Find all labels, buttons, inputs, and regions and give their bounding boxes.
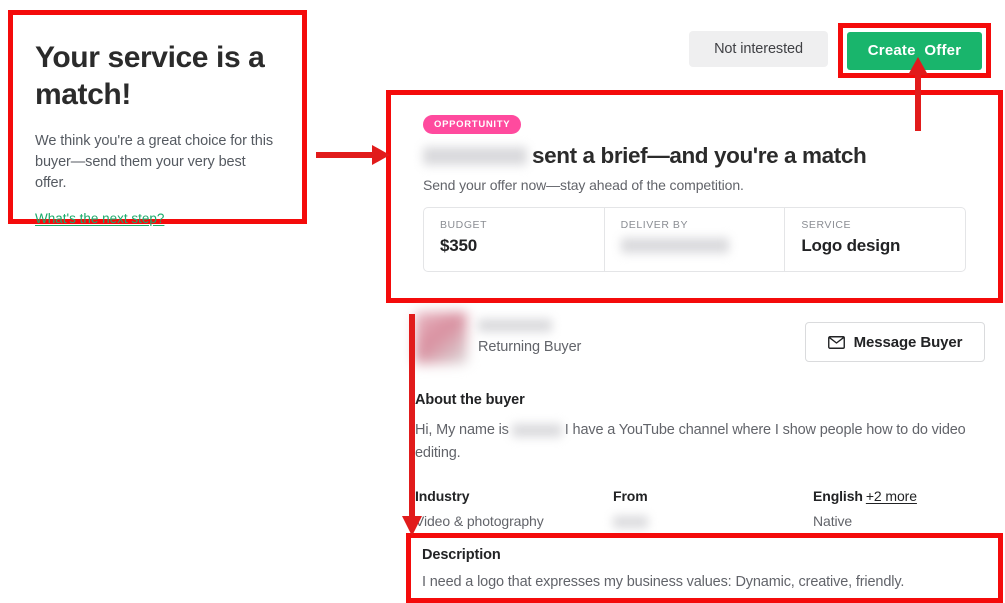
stat-service-value: Logo design: [801, 236, 901, 255]
status-badge: OPPORTUNITY: [423, 115, 522, 134]
buyer-username-redacted: [423, 147, 527, 165]
create-offer-button[interactable]: Create Offer: [847, 31, 982, 70]
meta-from-value-redacted: [613, 516, 648, 528]
meta-language: English +2 more Native: [813, 488, 983, 529]
buyer-name-redacted: [478, 319, 552, 332]
buyer-identity: Returning Buyer: [415, 312, 581, 364]
meta-language-name: English: [813, 488, 863, 504]
buyer-status: Returning Buyer: [478, 339, 582, 355]
buyer-header: Returning Buyer Message Buyer: [415, 312, 985, 364]
meta-from: From: [613, 488, 813, 529]
stat-deliver-by-value-redacted: [620, 238, 729, 253]
opportunity-card-highlight: OPPORTUNITY sent a brief—and you're a ma…: [386, 90, 1003, 303]
not-interested-button[interactable]: Not interested: [689, 31, 828, 67]
buyer-meta-row: Industry Video & photography From Englis…: [415, 488, 985, 529]
message-buyer-label: Message Buyer: [853, 333, 963, 351]
about-buyer-name-redacted: [511, 423, 562, 437]
stat-budget-value: $350: [440, 236, 478, 255]
about-the-buyer-heading: About the buyer: [415, 392, 525, 408]
page-title: Your service is a match!: [35, 41, 265, 111]
create-offer-highlight: Create Offer: [838, 23, 991, 78]
meta-industry-value: Video & photography: [415, 513, 544, 529]
opportunity-headline: sent a brief—and you're a match: [423, 143, 966, 169]
language-more-link[interactable]: +2 more: [866, 488, 917, 504]
meta-language-value: Native: [813, 513, 853, 529]
match-panel-highlight: Your service is a match! We think you're…: [8, 10, 307, 226]
stat-budget: BUDGET $350: [424, 208, 605, 271]
description-text: I need a logo that expresses my business…: [422, 574, 905, 590]
stat-deliver-by: DELIVER BY: [605, 208, 786, 271]
avatar: [415, 312, 467, 364]
stat-deliver-by-label: DELIVER BY: [620, 219, 689, 231]
meta-industry-label: Industry: [415, 488, 470, 504]
arrow-match-panel-to-opportunity-card: [316, 145, 390, 165]
meta-language-label: English +2 more: [813, 488, 983, 504]
opportunity-stats: BUDGET $350 DELIVER BY SERVICE Logo desi…: [423, 207, 966, 272]
next-step-link[interactable]: What's the next step?: [35, 211, 164, 226]
description-highlight: Description I need a logo that expresses…: [406, 533, 1003, 603]
stat-budget-label: BUDGET: [440, 219, 488, 231]
envelope-icon: [827, 335, 845, 349]
match-panel-subtitle: We think you're a great choice for this …: [35, 133, 273, 191]
action-bar: Not interested: [689, 31, 828, 67]
about-the-buyer-text: Hi, My name is I have a YouTube channel w…: [415, 419, 970, 465]
meta-industry: Industry Video & photography: [415, 488, 613, 529]
opportunity-card: OPPORTUNITY sent a brief—and you're a ma…: [396, 100, 993, 293]
about-text-before: Hi, My name is: [415, 422, 509, 438]
opportunity-subtitle: Send your offer now—stay ahead of the co…: [423, 177, 744, 193]
description-heading: Description: [422, 547, 501, 563]
stat-service: SERVICE Logo design: [785, 208, 965, 271]
opportunity-headline-text: sent a brief—and you're a match: [532, 143, 867, 168]
message-buyer-button[interactable]: Message Buyer: [805, 322, 985, 362]
meta-from-label: From: [613, 488, 648, 504]
buyer-section: Returning Buyer Message Buyer About the …: [415, 312, 985, 529]
stat-service-label: SERVICE: [801, 219, 852, 231]
